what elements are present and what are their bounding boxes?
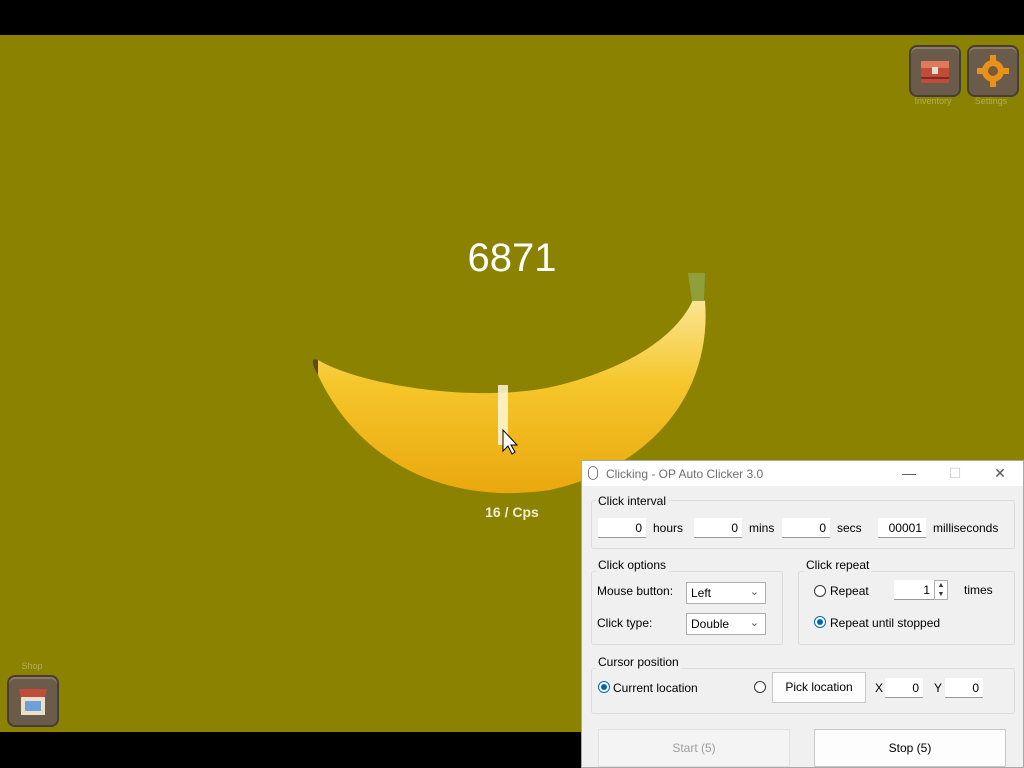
start-label: Start (5) — [672, 741, 716, 755]
click-type-select[interactable]: Double ⌄ — [686, 613, 766, 635]
window-title: Clicking - OP Auto Clicker 3.0 — [606, 467, 764, 481]
start-button[interactable]: Start (5) — [598, 729, 790, 767]
mouse-button-value: Left — [691, 586, 712, 600]
maximize-button[interactable]: ☐ — [935, 461, 975, 486]
y-label: Y — [934, 681, 943, 695]
milliseconds-input[interactable] — [878, 518, 926, 538]
shop-icon — [19, 689, 47, 715]
hours-input[interactable] — [598, 518, 646, 538]
mouse-button-label: Mouse button: — [597, 584, 674, 598]
current-location-radio[interactable] — [598, 681, 610, 693]
mouse-button-select[interactable]: Left ⌄ — [686, 582, 766, 604]
y-input[interactable] — [945, 678, 983, 698]
close-button[interactable]: ✕ — [980, 461, 1020, 486]
click-options-label: Click options — [596, 558, 669, 572]
cps-label: 16 / Cps — [485, 504, 539, 520]
title-bar[interactable]: Clicking - OP Auto Clicker 3.0 — ☐ ✕ — [582, 461, 1023, 486]
click-interval-label: Click interval — [596, 494, 669, 508]
settings-button[interactable] — [967, 45, 1019, 97]
repeat-until-stopped-radio[interactable] — [814, 616, 826, 628]
top-black-bar — [0, 0, 1024, 35]
chevron-down-icon: ⌄ — [749, 617, 759, 629]
mouse-icon — [588, 466, 598, 480]
hours-unit: hours — [653, 521, 684, 535]
x-input[interactable] — [885, 678, 923, 698]
milliseconds-unit: milliseconds — [933, 521, 999, 535]
auto-clicker-window: Clicking - OP Auto Clicker 3.0 — ☐ ✕ Cli… — [581, 460, 1024, 768]
repeat-label: Repeat — [830, 584, 869, 598]
stop-button[interactable]: Stop (5) — [814, 729, 1006, 767]
mins-unit: mins — [749, 521, 775, 535]
repeat-radio[interactable] — [814, 585, 826, 597]
x-label: X — [875, 681, 884, 695]
pick-location-button[interactable]: Pick location — [772, 672, 866, 703]
mins-input[interactable] — [694, 518, 742, 538]
repeat-times-stepper[interactable]: ▲ ▼ — [934, 580, 948, 600]
treasure-chest-icon — [921, 61, 949, 83]
secs-input[interactable] — [782, 518, 830, 538]
shop-label: Shop — [21, 661, 43, 671]
pick-location-radio[interactable] — [754, 681, 766, 693]
times-label: times — [964, 583, 993, 597]
repeat-until-stopped-label: Repeat until stopped — [830, 616, 941, 630]
gear-icon — [977, 55, 1009, 87]
settings-label: Settings — [974, 96, 1008, 106]
stop-label: Stop (5) — [888, 741, 932, 755]
chevron-down-icon: ⌄ — [749, 586, 759, 598]
cursor-position-label: Cursor position — [596, 655, 681, 669]
secs-unit: secs — [837, 521, 862, 535]
click-type-value: Double — [691, 617, 730, 631]
inventory-label: Inventory — [914, 96, 952, 106]
inventory-button[interactable] — [909, 45, 961, 97]
click-repeat-label: Click repeat — [804, 558, 872, 572]
current-location-label: Current location — [613, 681, 698, 695]
minimize-button[interactable]: — — [889, 461, 929, 486]
repeat-times-input[interactable] — [894, 580, 934, 600]
shop-button[interactable] — [7, 675, 59, 727]
pick-location-label: Pick location — [785, 680, 853, 694]
click-type-label: Click type: — [597, 616, 653, 630]
